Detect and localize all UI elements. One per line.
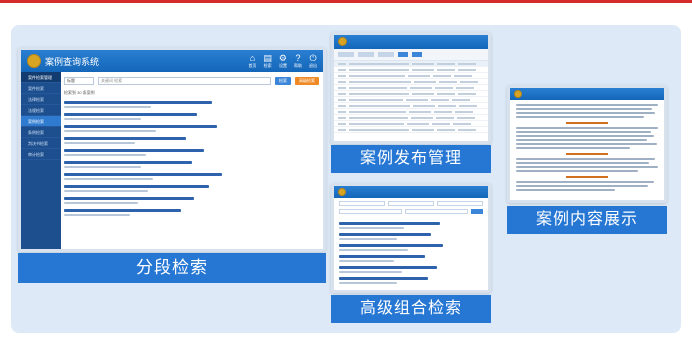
search-main: 标题 关键词 检索 检索 高级检索 检索到 30 条案例 (64, 76, 319, 245)
sidebar-item[interactable]: 审计检索 (21, 149, 61, 160)
field-select[interactable]: 标题 (64, 77, 94, 85)
sidebar-item-active[interactable]: 案例检索 (21, 116, 61, 127)
list-item[interactable] (64, 161, 319, 168)
nav-exit[interactable]: ⏻ 退出 (309, 53, 317, 68)
nav-search[interactable]: ▤ 检索 (263, 53, 272, 68)
search-form (334, 198, 488, 220)
caption-advanced-search: 高级组合检索 (331, 295, 491, 323)
toolbar (334, 49, 488, 61)
filter-field[interactable] (338, 52, 354, 57)
sidebar-item[interactable]: 判决书检索 (21, 138, 61, 149)
section-heading (565, 122, 609, 124)
caption-publish-management: 案例发布管理 (331, 145, 491, 173)
nav-settings[interactable]: ⚙ 设置 (279, 53, 287, 68)
sidebar-item[interactable]: 法律检索 (21, 94, 61, 105)
nav-help[interactable]: ? 帮助 (294, 53, 302, 68)
sidebar-heading: 案件检索管理 (21, 72, 61, 83)
case-content-screen (507, 85, 667, 203)
search-screen: 案例查询系统 ⌂ 首页 ▤ 检索 ⚙ 设置 ? 帮助 ⏻ 退出 案件检索管理 案件检索 法… (18, 47, 326, 252)
gear-icon: ⚙ (278, 53, 287, 63)
list-item[interactable] (334, 231, 488, 242)
advanced-search-screen (331, 183, 491, 293)
condition-field[interactable] (339, 201, 385, 206)
list-item[interactable] (64, 185, 319, 192)
help-icon: ? (295, 53, 301, 63)
home-icon: ⌂ (249, 53, 256, 63)
sidebar-item[interactable]: 条例检索 (21, 127, 61, 138)
list-item[interactable] (334, 242, 488, 253)
caption-segmented-search: 分段检索 (18, 253, 326, 283)
table-row[interactable] (334, 127, 488, 133)
emblem-icon (27, 54, 41, 68)
app-header (510, 88, 664, 100)
list-item[interactable] (64, 149, 319, 156)
emblem-icon (338, 37, 347, 46)
app-title: 案例查询系统 (45, 57, 100, 67)
sidebar-item[interactable]: 案件检索 (21, 83, 61, 94)
list-item[interactable] (64, 101, 319, 108)
publish-management-screen (331, 32, 491, 144)
list-item[interactable] (334, 275, 488, 286)
list-item[interactable] (334, 253, 488, 264)
list-item[interactable] (64, 137, 319, 144)
filter-field[interactable] (358, 52, 374, 57)
advanced-search-button[interactable]: 高级检索 (295, 77, 319, 85)
document-body (510, 100, 664, 197)
condition-field[interactable] (405, 209, 468, 214)
filter-field[interactable] (378, 52, 394, 57)
query-button[interactable] (398, 52, 408, 57)
condition-field[interactable] (339, 209, 402, 214)
caption-case-content: 案例内容展示 (507, 206, 667, 234)
app-header (334, 35, 488, 49)
list-item[interactable] (64, 173, 319, 180)
nav-home[interactable]: ⌂ 首页 (248, 53, 256, 68)
app-header (334, 186, 488, 198)
list-item[interactable] (334, 264, 488, 275)
top-accent-line (0, 0, 692, 3)
search-input[interactable]: 关键词 检索 (98, 77, 271, 85)
list-item[interactable] (64, 197, 319, 204)
add-button[interactable] (412, 52, 422, 57)
condition-field[interactable] (388, 201, 434, 206)
section-heading (565, 176, 609, 178)
emblem-icon (514, 90, 522, 98)
sidebar-item[interactable]: 法规检索 (21, 105, 61, 116)
app-header: 案例查询系统 ⌂ 首页 ▤ 检索 ⚙ 设置 ? 帮助 ⏻ 退出 (21, 50, 323, 72)
list-item[interactable] (64, 209, 319, 216)
result-count: 检索到 30 条案例 (64, 90, 95, 95)
list-item[interactable] (334, 220, 488, 231)
search-button[interactable]: 检索 (275, 77, 291, 85)
emblem-icon (338, 188, 346, 196)
search-button[interactable] (471, 209, 483, 214)
condition-field[interactable] (437, 201, 483, 206)
power-icon: ⏻ (309, 53, 317, 63)
list-item[interactable] (64, 113, 319, 120)
sidebar: 案件检索管理 案件检索 法律检索 法规检索 案例检索 条例检索 判决书检索 审计… (21, 72, 61, 249)
list-item[interactable] (64, 125, 319, 132)
section-heading (565, 153, 609, 155)
document-icon: ▤ (263, 53, 272, 63)
